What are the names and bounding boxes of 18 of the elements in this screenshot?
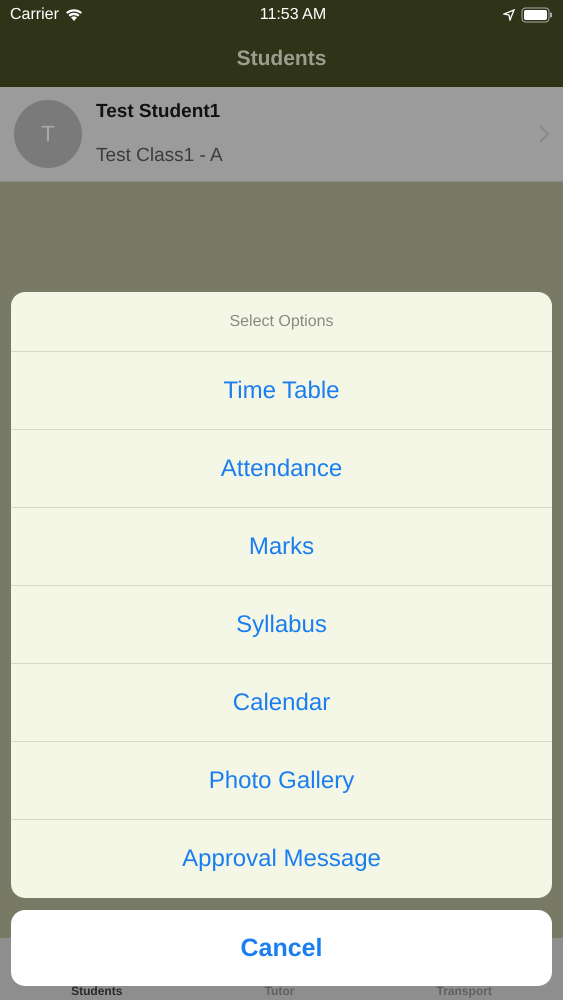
carrier-label: Carrier [10, 6, 59, 24]
option-button[interactable]: Photo Gallery [11, 742, 552, 820]
nav-title: Students [236, 46, 326, 70]
student-class: Test Class1 - A [96, 145, 224, 167]
option-button[interactable]: Approval Message [11, 820, 552, 898]
location-arrow-icon [503, 9, 515, 21]
tab-item[interactable]: Students [71, 984, 122, 998]
student-name: Test Student1 [96, 101, 222, 123]
option-button[interactable]: Syllabus [11, 586, 552, 664]
battery-icon [521, 7, 553, 23]
option-button[interactable]: Calendar [11, 664, 552, 742]
option-button[interactable]: Attendance [11, 430, 552, 508]
wifi-icon [64, 8, 83, 22]
option-button[interactable]: Marks [11, 508, 552, 586]
cancel-button[interactable]: Cancel [11, 910, 552, 986]
sheet-title: Select Options [11, 292, 552, 352]
option-button[interactable]: Time Table [11, 352, 552, 430]
clock-time: 11:53 AM [260, 6, 326, 24]
